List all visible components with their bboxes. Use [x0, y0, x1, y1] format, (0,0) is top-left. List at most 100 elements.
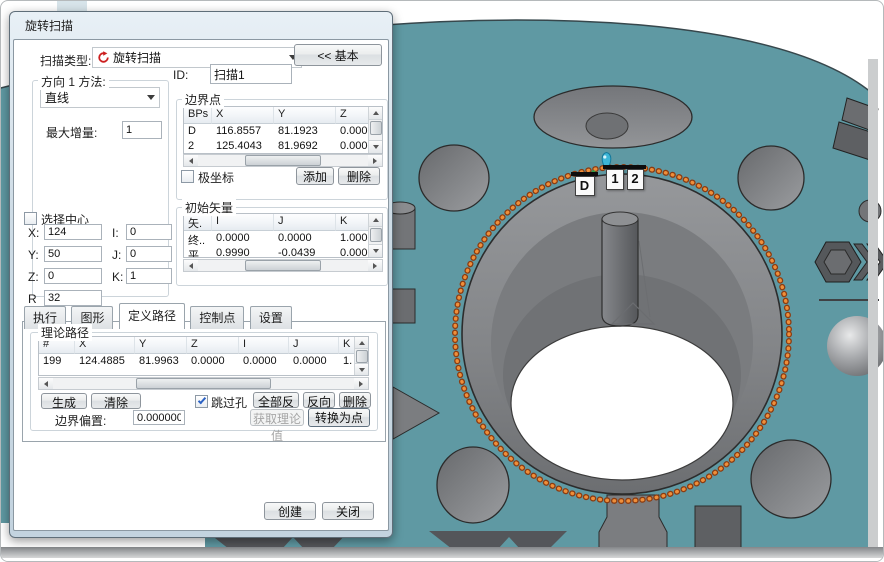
close-button[interactable]: 关闭	[322, 502, 374, 520]
i-input[interactable]	[126, 224, 172, 240]
scroll-thumb[interactable]	[136, 378, 271, 389]
scroll-left-icon[interactable]	[184, 155, 198, 166]
scan-type-value: 旋转扫描	[113, 49, 161, 66]
scroll-right-icon[interactable]	[368, 260, 382, 271]
x-input[interactable]	[44, 224, 102, 240]
scroll-down-icon[interactable]	[369, 244, 383, 257]
scroll-up-icon[interactable]	[355, 337, 369, 349]
scroll-thumb[interactable]	[356, 350, 368, 363]
scroll-down-icon[interactable]	[355, 363, 369, 375]
cell: 0.0000	[239, 354, 289, 369]
col-header: K	[336, 214, 368, 231]
direction-method-value: 直线	[45, 89, 69, 106]
vertical-scrollbar[interactable]	[368, 214, 382, 257]
col-header: Y	[274, 107, 336, 124]
scroll-right-icon[interactable]	[354, 378, 368, 389]
vertical-scrollbar[interactable]	[368, 107, 382, 153]
col-header: Z	[336, 107, 368, 124]
boundary-offset-input[interactable]	[133, 410, 185, 425]
convert-to-points-button[interactable]: 转换为点	[308, 408, 370, 427]
scroll-left-icon[interactable]	[39, 378, 53, 389]
cell: 124.4885	[75, 354, 135, 369]
cell: 0.0000	[212, 231, 274, 246]
get-theory-button: 获取理论值	[250, 409, 304, 426]
scroll-thumb[interactable]	[370, 121, 382, 135]
z-input[interactable]	[44, 268, 102, 284]
y-input[interactable]	[44, 246, 102, 262]
theory-path-table[interactable]: # X Y Z I J K 199 124.4885 81.9963 0.000…	[38, 336, 369, 376]
scroll-thumb[interactable]	[245, 260, 322, 271]
table-header-row: 矢. I J K	[184, 214, 368, 231]
boundary-points-table[interactable]: BPs X Y Z D 116.8557 81.1923 0.0000 2 12…	[183, 106, 383, 154]
scroll-left-icon[interactable]	[184, 260, 198, 271]
scroll-down-icon[interactable]	[369, 140, 383, 153]
table-row[interactable]: 199 124.4885 81.9963 0.0000 0.0000 0.000…	[39, 354, 354, 369]
table-row[interactable]: 2 125.4043 81.9692 0.0000	[184, 139, 368, 154]
j-input[interactable]	[126, 246, 172, 262]
basic-toggle-button[interactable]: << 基本	[294, 44, 382, 66]
create-button[interactable]: 创建	[264, 502, 316, 520]
cell: 116.8557	[212, 124, 274, 139]
k-input[interactable]	[126, 268, 172, 284]
vertical-scrollbar[interactable]	[354, 337, 368, 375]
scroll-thumb[interactable]	[245, 155, 322, 166]
cell: -0.0439	[274, 246, 336, 258]
polar-label: 极坐标	[198, 169, 234, 186]
cell: 81.1923	[274, 124, 336, 139]
dialog-title: 旋转扫描	[25, 19, 73, 33]
skip-hole-checkbox[interactable]	[195, 395, 208, 408]
boundary-marker-2[interactable]: 2	[624, 165, 646, 190]
horizontal-scrollbar[interactable]	[183, 259, 383, 272]
x-label: X:	[28, 226, 39, 240]
skip-hole-label: 跳过孔	[211, 394, 247, 411]
table-header-row: BPs X Y Z	[184, 107, 368, 124]
table-row[interactable]: 平.. 0.9990 -0.0439 0.0000	[184, 246, 368, 258]
delete-button[interactable]: 删除	[338, 167, 380, 185]
col-header: 矢.	[184, 214, 212, 231]
generate-button[interactable]: 生成	[41, 393, 87, 409]
cell: 平..	[184, 246, 212, 258]
table-row[interactable]: 终.. 0.0000 0.0000 1.0000	[184, 231, 368, 246]
cell: 0.0000	[336, 246, 368, 258]
horizontal-scrollbar[interactable]	[183, 154, 383, 167]
direction-method-combobox[interactable]: 直线	[40, 87, 160, 108]
tab-define-path[interactable]: 定义路径	[119, 303, 185, 329]
boundary-marker-D[interactable]: D	[571, 172, 598, 196]
check-icon	[198, 396, 206, 405]
direction-group-label: 方向 1 方法:	[38, 73, 109, 90]
cell: 0.0000	[274, 231, 336, 246]
scroll-thumb[interactable]	[370, 228, 382, 242]
cell: 125.4043	[212, 139, 274, 154]
horizontal-scrollbar[interactable]	[38, 377, 369, 390]
select-center-checkbox[interactable]	[24, 212, 37, 225]
cell: 2	[184, 139, 212, 154]
add-button[interactable]: 添加	[296, 167, 334, 185]
scroll-up-icon[interactable]	[369, 107, 383, 120]
rotary-scan-icon	[97, 51, 110, 64]
scan-type-label: 扫描类型:	[40, 52, 91, 69]
z-label: Z:	[28, 270, 39, 284]
cell: 终..	[184, 231, 212, 246]
tab-control-points[interactable]: 控制点	[190, 306, 244, 329]
boundary-points-group-label: 边界点	[182, 91, 224, 108]
col-header: I	[212, 214, 274, 231]
dialog-titlebar[interactable]: 旋转扫描	[13, 15, 389, 39]
reverse-button[interactable]: 反向	[303, 392, 335, 408]
col-header: K	[339, 337, 354, 354]
clear-button[interactable]: 清除	[91, 393, 141, 409]
cell: 0.0000	[187, 354, 239, 369]
id-input[interactable]	[210, 64, 292, 84]
dialog-client: 扫描类型: 旋转扫描 << 基本 ID: 方向 1 方法: 直线 最大增量:	[13, 39, 389, 531]
table-row[interactable]: D 116.8557 81.1923 0.0000	[184, 124, 368, 139]
scroll-right-icon[interactable]	[368, 155, 382, 166]
polar-checkbox[interactable]	[181, 170, 194, 183]
tab-settings[interactable]: 设置	[250, 306, 292, 329]
cell: 81.9963	[135, 354, 187, 369]
max-increment-input[interactable]	[122, 121, 162, 139]
initial-vector-table[interactable]: 矢. I J K 终.. 0.0000 0.0000 1.0000 平.. 0.…	[183, 213, 383, 258]
direction-group	[32, 80, 169, 297]
delete-path-button[interactable]: 删除	[339, 392, 371, 408]
scroll-up-icon[interactable]	[369, 214, 383, 227]
reverse-all-button[interactable]: 全部反向	[253, 392, 299, 408]
col-header: J	[289, 337, 339, 354]
